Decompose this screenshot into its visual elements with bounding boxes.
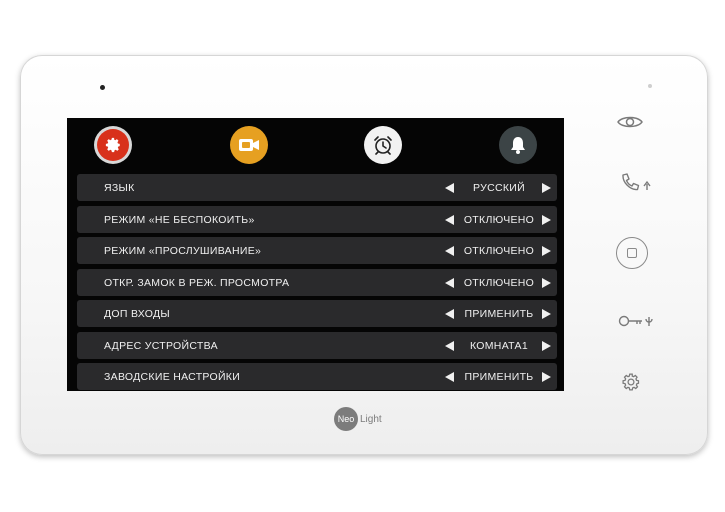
menu-row-unlock-in-view[interactable]: ОТКР. ЗАМОК В РЕЖ. ПРОСМОТРА ОТКЛЮЧЕНО bbox=[77, 268, 557, 296]
arrow-right-icon[interactable] bbox=[542, 183, 551, 193]
menu-row-label: ЯЗЫК bbox=[104, 182, 135, 194]
arrow-left-icon[interactable] bbox=[445, 277, 454, 288]
home-button[interactable] bbox=[616, 237, 648, 269]
key-icon bbox=[618, 315, 653, 327]
arrow-right-icon[interactable] bbox=[542, 277, 551, 288]
tab-video[interactable] bbox=[230, 126, 268, 164]
brand-badge: Neo bbox=[334, 407, 358, 431]
alarm-clock-icon bbox=[374, 136, 392, 155]
menu-row-listening-mode[interactable]: РЕЖИМ «ПРОСЛУШИВАНИЕ» ОТКЛЮЧЕНО bbox=[77, 237, 557, 264]
arrow-right-icon[interactable] bbox=[542, 309, 551, 319]
gear-icon bbox=[622, 373, 640, 391]
gear-icon bbox=[97, 129, 129, 161]
menu-row-language[interactable]: ЯЗЫК РУССКИЙ bbox=[77, 174, 557, 201]
arrow-left-icon[interactable] bbox=[445, 340, 454, 351]
bell-icon bbox=[511, 137, 525, 154]
menu-row-value: ПРИМЕНИТЬ bbox=[464, 308, 534, 320]
arrow-right-icon[interactable] bbox=[542, 372, 551, 382]
menu-row-value: ОТКЛЮЧЕНО bbox=[463, 213, 535, 226]
arrow-right-icon[interactable] bbox=[542, 246, 551, 256]
menu-row-value: ОТКЛЮЧЕНО bbox=[463, 276, 535, 289]
menu-row-label: ЗАВОДСКИЕ НАСТРОЙКИ bbox=[104, 371, 241, 383]
menu-row-value: КОМНАТА1 bbox=[470, 339, 528, 352]
arrow-left-icon[interactable] bbox=[445, 309, 454, 319]
monitor-button[interactable] bbox=[616, 111, 644, 133]
intercom-monitor: ЯЗЫК РУССКИЙ РЕЖИМ «НЕ БЕСПОКОИТЬ» ОТКЛЮ… bbox=[20, 55, 708, 455]
arrow-left-icon[interactable] bbox=[445, 214, 454, 225]
tab-bell[interactable] bbox=[499, 126, 537, 164]
arrow-left-icon[interactable] bbox=[445, 246, 454, 256]
arrow-left-icon[interactable] bbox=[445, 183, 454, 193]
menu-row-value: ОТКЛЮЧЕНО bbox=[463, 245, 535, 257]
menu-row-label: ДОП ВХОДЫ bbox=[104, 308, 170, 320]
brand-logo: Neo Light bbox=[334, 407, 382, 431]
display-screen: ЯЗЫК РУССКИЙ РЕЖИМ «НЕ БЕСПОКОИТЬ» ОТКЛЮ… bbox=[67, 118, 564, 391]
settings-menu: ЯЗЫК РУССКИЙ РЕЖИМ «НЕ БЕСПОКОИТЬ» ОТКЛЮ… bbox=[77, 174, 557, 395]
home-button-icon bbox=[627, 248, 637, 258]
brand-text: Light bbox=[360, 413, 382, 425]
call-button[interactable] bbox=[618, 171, 658, 195]
camera-lens bbox=[100, 85, 105, 90]
phone-icon bbox=[622, 173, 651, 191]
menu-row-value: ПРИМЕНИТЬ bbox=[464, 371, 534, 383]
menu-row-do-not-disturb[interactable]: РЕЖИМ «НЕ БЕСПОКОИТЬ» ОТКЛЮЧЕНО bbox=[77, 205, 557, 233]
menu-row-label: РЕЖИМ «ПРОСЛУШИВАНИЕ» bbox=[104, 245, 262, 257]
light-sensor bbox=[648, 84, 652, 88]
tab-clock[interactable] bbox=[364, 126, 402, 164]
unlock-button[interactable] bbox=[617, 311, 659, 331]
arrow-right-icon[interactable] bbox=[542, 214, 551, 225]
menu-row-label: АДРЕС УСТРОЙСТВА bbox=[104, 339, 218, 352]
arrow-right-icon[interactable] bbox=[542, 340, 551, 351]
menu-row-device-address[interactable]: АДРЕС УСТРОЙСТВА КОМНАТА1 bbox=[77, 331, 557, 359]
tab-bar bbox=[67, 118, 564, 168]
settings-button[interactable] bbox=[620, 371, 642, 393]
arrow-left-icon[interactable] bbox=[445, 372, 454, 382]
eye-icon bbox=[617, 116, 643, 128]
menu-row-value: РУССКИЙ bbox=[473, 182, 525, 194]
tab-settings[interactable] bbox=[94, 126, 132, 164]
video-camera-icon bbox=[239, 139, 259, 151]
menu-row-factory-reset[interactable]: ЗАВОДСКИЕ НАСТРОЙКИ ПРИМЕНИТЬ bbox=[77, 363, 557, 390]
menu-row-label: ОТКР. ЗАМОК В РЕЖ. ПРОСМОТРА bbox=[104, 276, 290, 289]
menu-row-extra-inputs[interactable]: ДОП ВХОДЫ ПРИМЕНИТЬ bbox=[77, 300, 557, 327]
menu-row-label: РЕЖИМ «НЕ БЕСПОКОИТЬ» bbox=[104, 213, 255, 226]
